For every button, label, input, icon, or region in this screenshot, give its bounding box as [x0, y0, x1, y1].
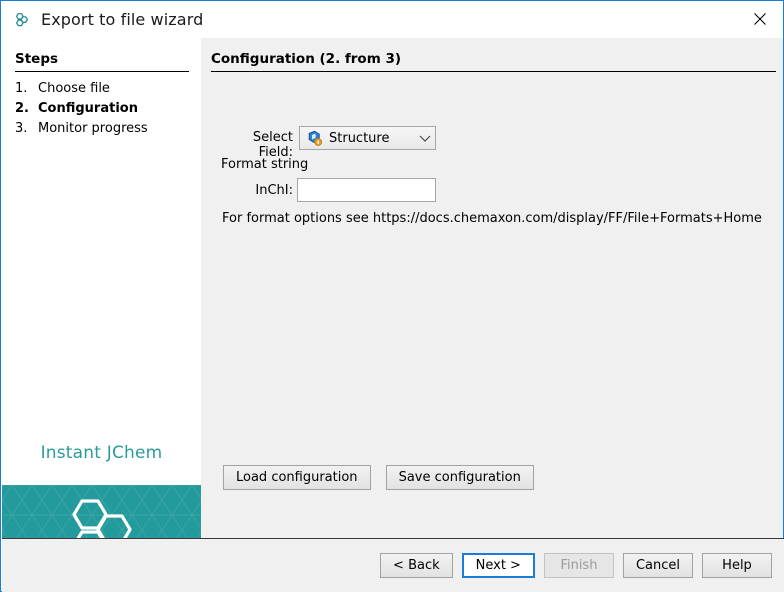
- structure-field-icon: [306, 130, 322, 146]
- page-title: Configuration (2. from 3): [211, 51, 401, 67]
- export-wizard-window: Export to file wizard Steps 1. Choose fi…: [0, 0, 784, 592]
- step-number: 2.: [15, 99, 38, 119]
- format-string-label: Format string: [221, 157, 308, 172]
- select-field-dropdown[interactable]: Structure: [299, 126, 436, 150]
- back-button[interactable]: < Back: [380, 553, 453, 578]
- close-icon[interactable]: [737, 1, 783, 37]
- page-title-divider: [211, 71, 776, 72]
- configuration-actions: Load configuration Save configuration: [223, 465, 534, 490]
- window-title: Export to file wizard: [41, 10, 203, 29]
- cancel-button[interactable]: Cancel: [623, 553, 693, 578]
- save-configuration-button[interactable]: Save configuration: [386, 465, 534, 490]
- format-options-hint: For format options see https://docs.chem…: [222, 211, 762, 226]
- wizard-navigation: < Back Next > Finish Cancel Help: [380, 553, 772, 578]
- load-configuration-button[interactable]: Load configuration: [223, 465, 371, 490]
- steps-list: 1. Choose file 2. Configuration 3. Monit…: [15, 79, 195, 139]
- inchi-label: InChI:: [221, 183, 293, 198]
- steps-divider: [15, 71, 189, 72]
- molecule-icon: [11, 9, 33, 31]
- finish-button: Finish: [544, 553, 614, 578]
- select-field-label: Select Field:: [221, 130, 293, 160]
- sidebar-step-monitor-progress: 3. Monitor progress: [15, 119, 195, 139]
- chevron-down-icon: [415, 134, 435, 143]
- step-label: Monitor progress: [38, 119, 148, 139]
- help-button[interactable]: Help: [702, 553, 772, 578]
- step-label: Choose file: [38, 79, 110, 99]
- select-field-value: Structure: [329, 131, 415, 146]
- wizard-footer: < Back Next > Finish Cancel Help: [2, 539, 784, 592]
- step-number: 1.: [15, 79, 38, 99]
- steps-heading: Steps: [15, 51, 58, 67]
- sidebar-step-choose-file: 1. Choose file: [15, 79, 195, 99]
- next-button[interactable]: Next >: [462, 553, 535, 578]
- title-bar: Export to file wizard: [1, 1, 783, 38]
- sidebar-step-configuration: 2. Configuration: [15, 99, 195, 119]
- steps-sidebar: Steps 1. Choose file 2. Configuration 3.…: [2, 38, 201, 538]
- step-number: 3.: [15, 119, 38, 139]
- step-label: Configuration: [38, 99, 138, 119]
- configuration-panel: Configuration (2. from 3) Select Field: …: [201, 38, 783, 538]
- brand-name: Instant JChem: [2, 443, 201, 463]
- inchi-input[interactable]: [297, 178, 436, 202]
